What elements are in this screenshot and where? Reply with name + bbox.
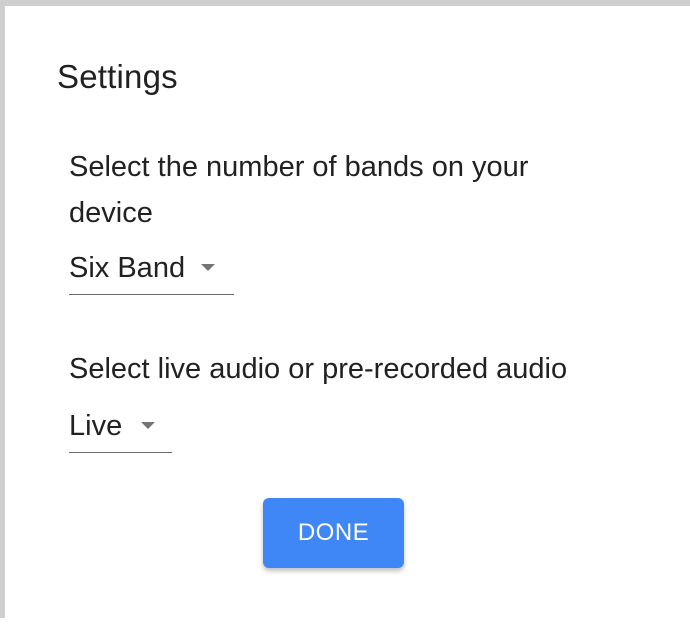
- settings-dialog: Settings Select the number of bands on y…: [10, 12, 690, 624]
- bands-label: Select the number of bands on your devic…: [69, 151, 529, 229]
- audio-source-select-value: Live: [69, 410, 123, 442]
- audio-source-label: Select live audio or pre-recorded audio: [69, 353, 568, 385]
- window-frame: Settings Select the number of bands on y…: [0, 0, 690, 618]
- dialog-title: Settings: [57, 58, 178, 95]
- done-button[interactable]: DONE: [263, 498, 404, 568]
- bands-select[interactable]: Six Band: [69, 248, 234, 295]
- audio-source-select[interactable]: Live: [69, 406, 172, 453]
- caret-down-icon: [141, 422, 155, 429]
- bands-select-value: Six Band: [69, 252, 186, 284]
- caret-down-icon: [201, 264, 215, 271]
